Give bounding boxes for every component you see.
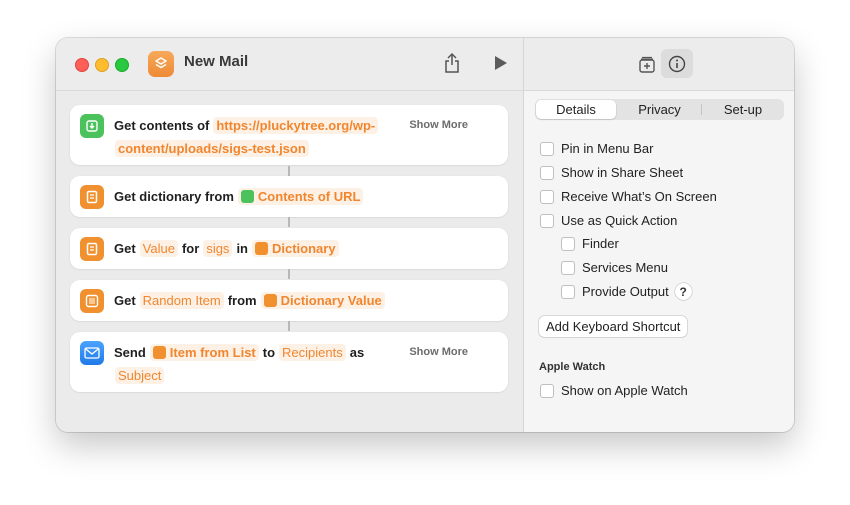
action-send-email[interactable]: Send Item from List to Recipients as Sho… (70, 332, 508, 392)
details-tab-control: Details Privacy Set-up (535, 99, 784, 120)
details-pane: Details Privacy Set-up Pin in Menu Bar S… (523, 38, 794, 432)
shortcuts-window: New Mail Get contents of https://pluckyt… (56, 38, 794, 432)
token-label: Item from List (169, 345, 256, 360)
token-label: Dictionary Value (280, 293, 382, 308)
add-keyboard-shortcut-button[interactable]: Add Keyboard Shortcut (539, 316, 688, 337)
close-window-button[interactable] (75, 58, 89, 72)
share-icon[interactable] (441, 50, 463, 76)
word-from: from (227, 293, 257, 308)
action-connector (288, 217, 290, 227)
option-label: Show in Share Sheet (561, 165, 684, 180)
shortcuts-app-icon (148, 51, 174, 77)
random-item-token[interactable]: Random Item (139, 292, 224, 309)
item-from-list-token[interactable]: Item from List (149, 344, 259, 361)
zoom-window-button[interactable] (115, 58, 129, 72)
titlebar: New Mail (56, 38, 523, 91)
word-in: in (236, 241, 248, 256)
action-get-value-for-key[interactable]: Get Value for sigs in Dictionary (70, 228, 508, 269)
option-label: Use as Quick Action (561, 213, 678, 228)
inspector-toolbar (524, 38, 794, 91)
action-verb: Send (114, 345, 146, 360)
contents-of-url-token[interactable]: Contents of URL (237, 188, 364, 205)
word-to: to (262, 345, 276, 360)
dictionary-icon (80, 185, 104, 209)
help-button[interactable]: ? (674, 283, 692, 300)
apple-watch-heading: Apple Watch (539, 361, 606, 373)
list-icon (80, 289, 104, 313)
share-sheet-checkbox[interactable] (540, 165, 554, 180)
tab-privacy[interactable]: Privacy (618, 99, 701, 120)
shortcut-title[interactable]: New Mail (184, 53, 248, 70)
play-icon[interactable] (491, 53, 511, 73)
option-label: Show on Apple Watch (561, 383, 688, 398)
info-icon[interactable] (661, 49, 693, 78)
action-verb: Get (114, 241, 136, 256)
finder-checkbox[interactable] (561, 236, 575, 251)
action-verb: Get dictionary from (114, 189, 234, 204)
action-get-item-from-list[interactable]: Get Random Item from Dictionary Value (70, 280, 508, 321)
action-connector (288, 269, 290, 279)
option-label: Receive What’s On Screen (561, 189, 717, 204)
quick-action-checkbox[interactable] (540, 213, 554, 228)
action-get-contents-of-url[interactable]: Get contents of https://pluckytree.org/w… (70, 105, 508, 165)
pin-menu-bar-option[interactable]: Pin in Menu Bar (540, 141, 654, 156)
minimize-window-button[interactable] (95, 58, 109, 72)
services-menu-checkbox[interactable] (561, 260, 575, 275)
option-label: Services Menu (582, 260, 668, 275)
token-label: Dictionary (272, 241, 336, 256)
dictionary-value-token[interactable]: Dictionary Value (260, 292, 385, 309)
show-more-button[interactable]: Show More (409, 346, 468, 358)
share-sheet-option[interactable]: Show in Share Sheet (540, 165, 683, 180)
show-on-watch-option[interactable]: Show on Apple Watch (540, 383, 688, 398)
option-label: Provide Output (582, 284, 669, 299)
dictionary-token[interactable]: Dictionary (252, 240, 339, 257)
show-on-watch-checkbox[interactable] (540, 383, 554, 398)
services-menu-option[interactable]: Services Menu (561, 260, 668, 275)
receive-screen-option[interactable]: Receive What’s On Screen (540, 189, 717, 204)
dictionary-icon (80, 237, 104, 261)
dictionary-icon (255, 242, 268, 255)
mail-icon (80, 341, 104, 365)
action-verb: Get contents of (114, 118, 210, 133)
show-more-button[interactable]: Show More (409, 119, 468, 131)
quick-action-option[interactable]: Use as Quick Action (540, 213, 677, 228)
tab-setup[interactable]: Set-up (702, 99, 784, 120)
finder-option[interactable]: Finder (561, 236, 619, 251)
token-label: Contents of URL (257, 189, 361, 204)
provide-output-option[interactable]: Provide Output ? (561, 283, 692, 300)
list-icon (152, 346, 166, 359)
editor-pane: New Mail Get contents of https://pluckyt… (56, 38, 523, 432)
download-icon (80, 114, 104, 138)
provide-output-checkbox[interactable] (561, 284, 575, 299)
subject-token[interactable]: Subject (115, 367, 165, 384)
download-icon (240, 190, 254, 203)
value-param-token[interactable]: Value (139, 240, 178, 257)
option-label: Finder (582, 236, 619, 251)
action-verb: Get (114, 293, 136, 308)
action-get-dictionary[interactable]: Get dictionary from Contents of URL (70, 176, 508, 217)
dictionary-icon (263, 294, 277, 307)
url-token[interactable]: https://pluckytree.org/wp- (213, 117, 379, 134)
pin-menu-bar-checkbox[interactable] (540, 141, 554, 156)
key-token[interactable]: sigs (203, 240, 233, 257)
word-as: as (349, 345, 365, 360)
url-token-continued[interactable]: content/uploads/sigs-test.json (115, 140, 309, 157)
tab-details[interactable]: Details (536, 100, 616, 119)
library-icon[interactable] (634, 52, 660, 76)
action-connector (288, 166, 290, 176)
option-label: Pin in Menu Bar (561, 141, 654, 156)
action-connector (288, 321, 290, 331)
receive-screen-checkbox[interactable] (540, 189, 554, 204)
word-for: for (181, 241, 200, 256)
recipients-token[interactable]: Recipients (279, 344, 346, 361)
